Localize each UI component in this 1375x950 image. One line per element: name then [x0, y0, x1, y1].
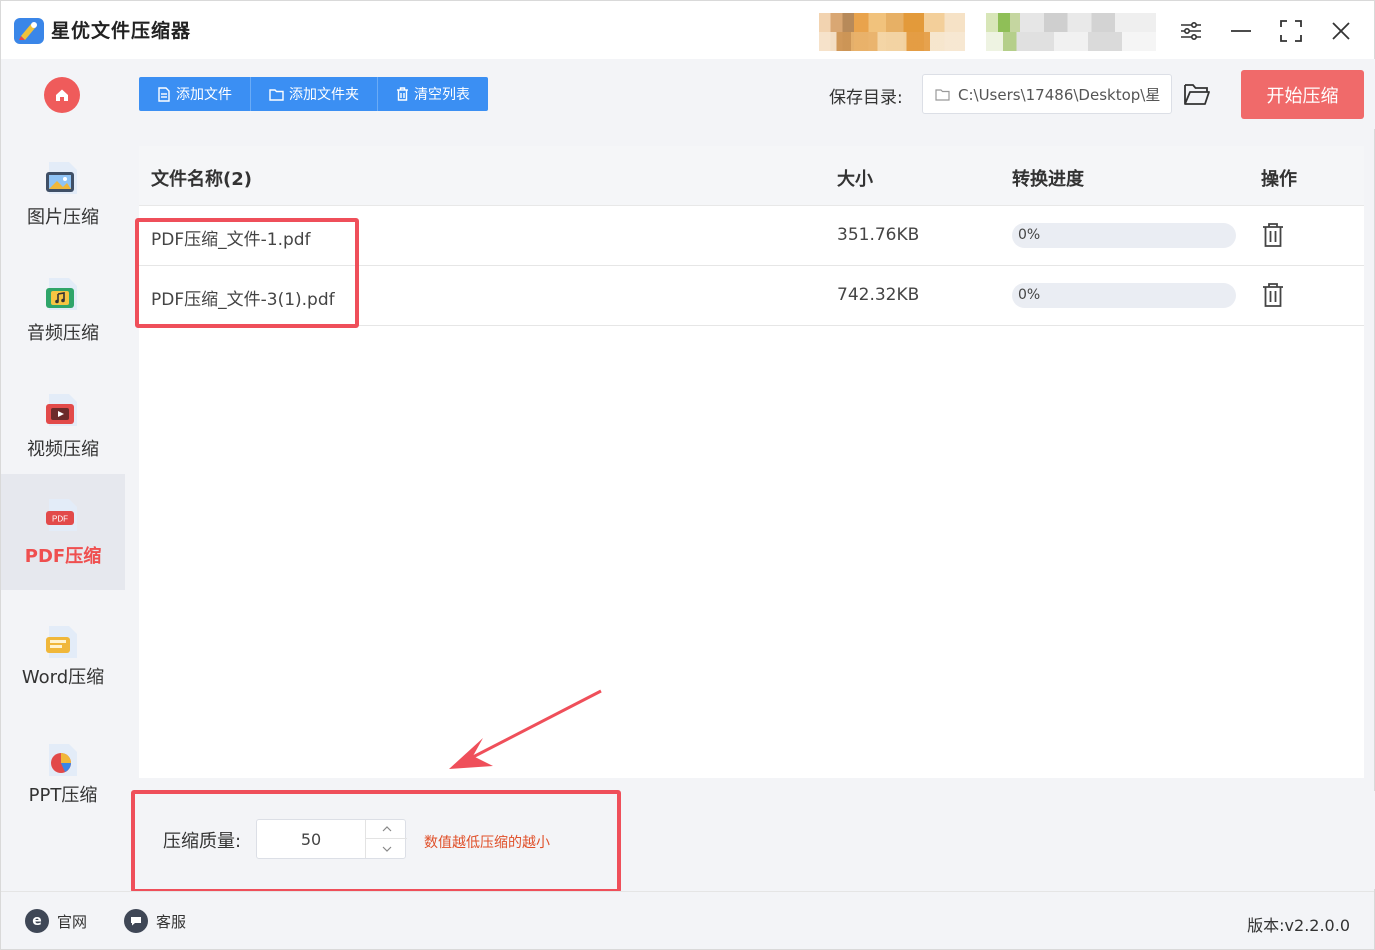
pdf-icon: PDF [46, 499, 77, 531]
app-title: 星优文件压缩器 [51, 20, 192, 42]
settings-sliders-icon[interactable] [1177, 17, 1205, 45]
clear-list-label: 清空列表 [414, 87, 470, 103]
word-icon [46, 626, 77, 658]
file-size: 351.76KB [837, 225, 920, 245]
save-dir-path: C:\Users\17486\Desktop\星 [958, 85, 1161, 104]
image-icon [46, 162, 77, 194]
delete-icon[interactable] [1261, 282, 1285, 308]
save-dir-input[interactable]: C:\Users\17486\Desktop\星 [922, 74, 1172, 114]
service-label: 客服 [156, 912, 187, 931]
minimize-icon[interactable] [1227, 17, 1255, 45]
blurred-account-info [986, 13, 1156, 51]
file-button-group: 添加文件 添加文件夹 清空列表 [139, 77, 488, 111]
sidebar-item-ppt[interactable]: PPT压缩 [1, 723, 125, 839]
trash-icon [397, 87, 408, 101]
home-icon [56, 89, 68, 101]
audio-icon [46, 278, 77, 310]
highlight-quality-setting [131, 790, 621, 893]
file-size: 742.32KB [837, 285, 920, 305]
sidebar-item-label: 视频压缩 [27, 439, 99, 460]
sidebar-item-audio[interactable]: 音频压缩 [1, 257, 125, 373]
sidebar-item-label: PDF压缩 [24, 546, 102, 567]
folder-icon [269, 88, 284, 101]
sidebar-item-label: Word压缩 [21, 667, 105, 688]
sidebar-item-label: 音频压缩 [27, 323, 99, 344]
sidebar: 图片压缩 音频压缩 视频压缩 PDF PDF压缩 Word压缩 PPT压缩 [1, 59, 125, 889]
start-compress-button[interactable]: 开始压缩 [1241, 70, 1364, 119]
sidebar-item-word[interactable]: Word压缩 [1, 605, 125, 721]
delete-icon[interactable] [1261, 222, 1285, 248]
service-link[interactable]: 客服 [124, 909, 186, 933]
home-button[interactable] [44, 77, 80, 113]
website-link[interactable]: e 官网 [25, 909, 87, 933]
app-logo-icon [14, 18, 44, 44]
ppt-icon [49, 744, 77, 776]
sidebar-item-video[interactable]: 视频压缩 [1, 373, 125, 489]
blurred-user-info [819, 13, 965, 51]
add-folder-button[interactable]: 添加文件夹 [251, 77, 378, 111]
progress-bar: 0% [1012, 223, 1236, 248]
progress-text: 0% [1018, 227, 1041, 243]
website-label: 官网 [57, 912, 88, 931]
sidebar-item-label: PPT压缩 [28, 785, 98, 806]
header-action: 操作 [1261, 169, 1297, 190]
table-header: 文件名称(2) 大小 转换进度 操作 [139, 146, 1364, 206]
annotation-arrow [449, 689, 602, 769]
version-text: 版本:v2.2.0.0 [1247, 916, 1350, 935]
browse-folder-icon[interactable] [1183, 81, 1211, 107]
video-icon [46, 394, 77, 426]
toolbar: 添加文件 添加文件夹 清空列表 保存目录: C:\Users\17486\Des… [125, 59, 1375, 129]
sidebar-item-pdf[interactable]: PDF PDF压缩 [1, 474, 125, 590]
add-folder-label: 添加文件夹 [289, 87, 359, 103]
header-size: 大小 [837, 169, 873, 190]
header-file-name: 文件名称(2) [151, 169, 252, 190]
svg-text:PDF: PDF [52, 515, 68, 524]
status-bar: e 官网 客服 版本:v2.2.0.0 [1, 891, 1374, 949]
folder-small-icon [935, 88, 950, 101]
sidebar-item-image[interactable]: 图片压缩 [1, 141, 125, 257]
add-file-label: 添加文件 [176, 87, 232, 103]
progress-bar: 0% [1012, 283, 1236, 308]
add-file-button[interactable]: 添加文件 [139, 77, 251, 111]
browser-e-icon: e [25, 909, 49, 933]
header-progress: 转换进度 [1012, 169, 1084, 190]
app-window: 星优文件压缩器 图片压缩 音频压缩 视频压缩 PDF PDF压缩 Word压缩 … [0, 0, 1375, 950]
clear-list-button[interactable]: 清空列表 [378, 77, 488, 111]
sidebar-item-label: 图片压缩 [27, 207, 99, 228]
maximize-icon[interactable] [1277, 17, 1305, 45]
title-bar: 星优文件压缩器 [1, 1, 1374, 59]
close-icon[interactable] [1327, 17, 1355, 45]
save-dir-label: 保存目录: [829, 88, 903, 108]
highlight-file-names [135, 218, 359, 328]
file-icon [158, 86, 170, 102]
progress-text: 0% [1018, 287, 1041, 303]
chat-bubble-icon [124, 909, 148, 933]
